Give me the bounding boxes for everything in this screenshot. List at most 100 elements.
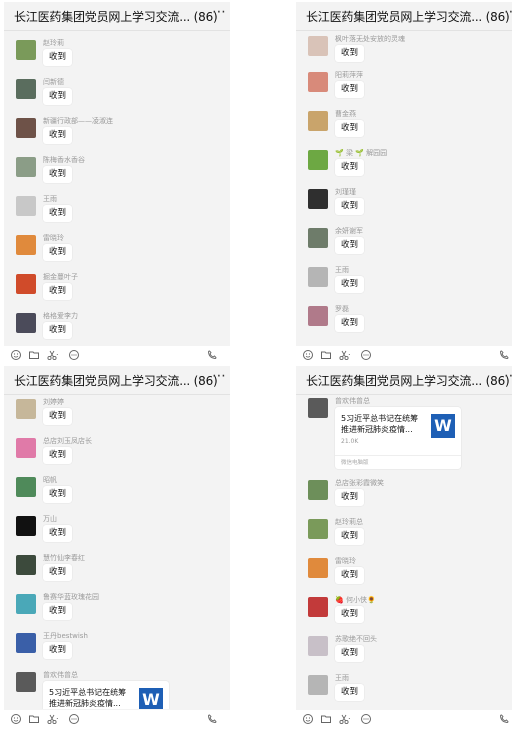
scissors-icon[interactable]	[338, 713, 351, 728]
message-row: 万山 收到	[4, 514, 230, 553]
sender-name: 枫叶落无处安放的灵魂	[335, 35, 405, 43]
avatar[interactable]	[308, 72, 328, 92]
avatar[interactable]	[16, 274, 36, 294]
avatar[interactable]	[308, 558, 328, 578]
avatar[interactable]	[16, 235, 36, 255]
chat-bubble-icon[interactable]	[360, 713, 372, 728]
message-row: 罗磊 收到	[296, 304, 512, 343]
message-bubble[interactable]: 收到	[335, 81, 365, 98]
folder-icon[interactable]	[320, 349, 332, 364]
message-bubble[interactable]: 收到	[335, 684, 365, 701]
avatar[interactable]	[16, 157, 36, 177]
message-bubble[interactable]: 收到	[43, 49, 73, 66]
call-icon[interactable]	[206, 349, 218, 364]
sender-name: 曾欢伟曾总	[335, 397, 370, 405]
avatar[interactable]	[16, 477, 36, 497]
avatar[interactable]	[16, 516, 36, 536]
file-card[interactable]: 5习近平总书记在统筹推进新冠肺炎疫情... W	[43, 681, 169, 709]
message-bubble[interactable]: 收到	[335, 645, 365, 662]
avatar[interactable]	[308, 267, 328, 287]
call-icon[interactable]	[498, 349, 510, 364]
more-options-icon[interactable]: ⋯	[504, 4, 512, 20]
message-bubble[interactable]: 收到	[335, 567, 365, 584]
message-row: 雷晓玲 收到	[296, 556, 512, 595]
scissors-icon[interactable]	[338, 349, 351, 364]
message-bubble[interactable]: 收到	[43, 642, 73, 659]
message-bubble[interactable]: 收到	[43, 603, 73, 620]
message-bubble[interactable]: 收到	[43, 486, 73, 503]
avatar[interactable]	[308, 306, 328, 326]
message-bubble[interactable]: 收到	[43, 127, 73, 144]
more-options-icon[interactable]: ⋯	[212, 368, 226, 384]
message-bubble[interactable]: 收到	[43, 408, 73, 425]
avatar[interactable]	[16, 399, 36, 419]
message-bubble[interactable]: 收到	[43, 525, 73, 542]
chat-window: 长江医药集团党员网上学习交流... (86) ⋯ 刘婷婷 收到 总店刘玉凤店长 收到 昭帆收…	[4, 366, 230, 728]
message-bubble[interactable]: 收到	[335, 276, 365, 293]
message-bubble[interactable]: 收到	[43, 322, 73, 339]
avatar[interactable]	[308, 597, 328, 617]
file-card[interactable]: 5习近平总书记在统筹推进新冠肺炎疫情... 21.0K W 微信电脑版	[335, 407, 461, 469]
call-icon[interactable]	[206, 713, 218, 728]
message-bubble[interactable]: 收到	[335, 528, 365, 545]
sender-name: 王雨	[335, 266, 349, 274]
sender-name: 刘瑾瑾	[335, 188, 356, 196]
message-bubble[interactable]: 收到	[335, 159, 365, 176]
message-bubble[interactable]: 收到	[43, 205, 73, 222]
sender-name: 王丹bestwish	[43, 632, 88, 640]
message-bubble[interactable]: 收到	[335, 198, 365, 215]
emoji-icon[interactable]	[302, 713, 314, 728]
avatar[interactable]	[16, 672, 36, 692]
avatar[interactable]	[308, 36, 328, 56]
folder-icon[interactable]	[28, 713, 40, 728]
chat-bubble-icon[interactable]	[68, 713, 80, 728]
avatar[interactable]	[16, 438, 36, 458]
message-list[interactable]: 赵玲莉 收到 闫新德 收到 新疆行政部——凌淑连 收到 陈梅香水香谷 收到 王雨 收到 雷晓玲 收到掘…	[4, 31, 230, 345]
message-bubble[interactable]: 收到	[335, 237, 365, 254]
avatar[interactable]	[308, 480, 328, 500]
avatar[interactable]	[16, 40, 36, 60]
more-options-icon[interactable]: ⋯	[212, 4, 226, 20]
avatar[interactable]	[308, 398, 328, 418]
chat-bubble-icon[interactable]	[68, 349, 80, 364]
avatar[interactable]	[16, 633, 36, 653]
avatar[interactable]	[308, 519, 328, 539]
message-list[interactable]: 曾欢伟曾总 5习近平总书记在统筹推进新冠肺炎疫情... 21.0K W 微信电脑版 总店张…	[296, 395, 512, 709]
message-row: 王雨 收到	[4, 194, 230, 233]
avatar[interactable]	[16, 118, 36, 138]
more-options-icon[interactable]: ⋯	[504, 368, 512, 384]
avatar[interactable]	[308, 675, 328, 695]
message-bubble[interactable]: 收到	[43, 244, 73, 261]
avatar[interactable]	[308, 111, 328, 131]
folder-icon[interactable]	[28, 349, 40, 364]
avatar[interactable]	[308, 150, 328, 170]
message-bubble[interactable]: 收到	[335, 315, 365, 332]
avatar[interactable]	[16, 79, 36, 99]
message-list[interactable]: 刘婷婷 收到 总店刘玉凤店长 收到 昭帆 收到 万山 收到 慧竹仙李春红 收到 鲁赛华蓝玫瑰花园 收到…	[4, 395, 230, 709]
avatar[interactable]	[308, 189, 328, 209]
emoji-icon[interactable]	[10, 349, 22, 364]
message-bubble[interactable]: 收到	[335, 606, 365, 623]
emoji-icon[interactable]	[302, 349, 314, 364]
avatar[interactable]	[308, 636, 328, 656]
folder-icon[interactable]	[320, 713, 332, 728]
emoji-icon[interactable]	[10, 713, 22, 728]
scissors-icon[interactable]	[46, 349, 59, 364]
avatar[interactable]	[16, 555, 36, 575]
avatar[interactable]	[16, 196, 36, 216]
avatar[interactable]	[16, 313, 36, 333]
avatar[interactable]	[16, 594, 36, 614]
message-list[interactable]: 枫叶落无处安放的灵魂 收到 阳莉萍萍 收到 曹金燕 收到 🌱 梁 🌱 解园园 收到 刘瑾瑾 收到余…	[296, 31, 512, 345]
message-bubble[interactable]: 收到	[43, 283, 73, 300]
message-bubble[interactable]: 收到	[335, 120, 365, 137]
message-bubble[interactable]: 收到	[43, 88, 73, 105]
scissors-icon[interactable]	[46, 713, 59, 728]
message-bubble[interactable]: 收到	[335, 45, 365, 62]
avatar[interactable]	[308, 228, 328, 248]
chat-bubble-icon[interactable]	[360, 349, 372, 364]
message-bubble[interactable]: 收到	[335, 489, 365, 506]
message-bubble[interactable]: 收到	[43, 564, 73, 581]
message-bubble[interactable]: 收到	[43, 447, 73, 464]
message-bubble[interactable]: 收到	[43, 166, 73, 183]
call-icon[interactable]	[498, 713, 510, 728]
